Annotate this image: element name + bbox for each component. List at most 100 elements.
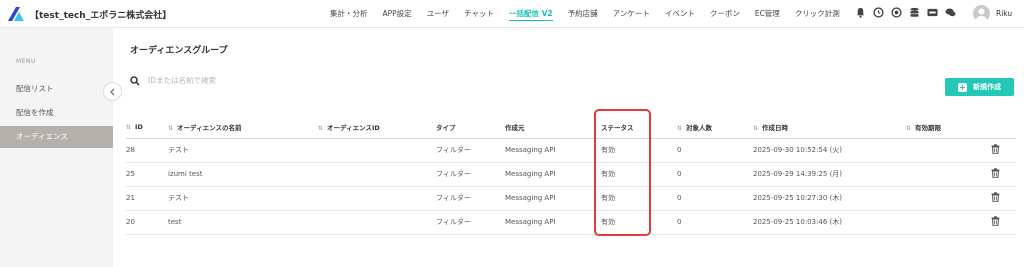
cell-status: 有効: [601, 186, 677, 211]
cell-actions: [991, 210, 1016, 235]
audience-table: ⇅ ID ⇅ オーディエンスの名前 ⇅ オーディエンスID タイプ 作成元 ステータス…: [126, 116, 1016, 235]
username[interactable]: Riku: [996, 9, 1012, 18]
search-input[interactable]: [148, 73, 408, 88]
company-name: 【test_tech_エポラニ株式会社】: [30, 11, 172, 21]
trash-icon[interactable]: [991, 144, 1000, 154]
table-row[interactable]: 20 test フィルター Messaging API 有効 0 2025-09…: [126, 210, 1016, 235]
sidebar-item-create-delivery[interactable]: 配信を作成: [0, 102, 113, 124]
sidebar: MENU 配信リスト 配信を作成 オーディエンス: [0, 28, 122, 267]
column-header-actions: [991, 116, 1016, 139]
cell-created: 2025-09-25 10:27:30 (木): [753, 186, 906, 211]
column-label: ID: [135, 122, 143, 131]
sort-icon: ⇅: [753, 124, 759, 132]
sort-icon: ⇅: [906, 124, 912, 132]
new-create-label: 新規作成: [973, 83, 1001, 91]
column-header-id[interactable]: ⇅ ID: [126, 116, 168, 139]
table-row[interactable]: 28 テスト フィルター Messaging API 有効 0 2025-09-…: [126, 138, 1016, 163]
trash-icon[interactable]: [991, 216, 1000, 226]
nav-item-analytics[interactable]: 集計・分析: [330, 0, 368, 28]
bell-icon[interactable]: [855, 7, 866, 18]
sort-icon: ⇅: [168, 124, 174, 132]
cell-source: Messaging API: [505, 210, 601, 235]
main-content: オーディエンスグループ 新規作成 ⇅ID ⇅オーディエンスの名前 ⇅オーディエン…: [113, 28, 1024, 267]
nav-item-broadcast-v2[interactable]: 一括配信 V2: [508, 0, 553, 28]
main-nav: 集計・分析 APP設定 ユーザ チャット 一括配信 V2 予約店舗 アンケート …: [330, 0, 855, 28]
column-header-status: ステータス: [601, 116, 677, 139]
cell-count: 0: [677, 186, 753, 211]
new-create-button[interactable]: 新規作成: [945, 78, 1014, 96]
sidebar-item-audience[interactable]: オーディエンス: [0, 126, 113, 148]
sidebar-item-delivery-list[interactable]: 配信リスト: [0, 78, 113, 100]
top-navbar: 【test_tech_エポラニ株式会社】 集計・分析 APP設定 ユーザ チャッ…: [0, 0, 1024, 28]
column-header-created[interactable]: ⇅ 作成日時: [753, 116, 906, 139]
database-icon[interactable]: [909, 7, 920, 18]
nav-item-survey[interactable]: アンケート: [613, 0, 650, 28]
nav-item-ec-management[interactable]: EC管理: [755, 0, 780, 28]
cell-actions: [991, 138, 1016, 163]
nav-item-event[interactable]: イベント: [665, 0, 695, 28]
cell-type: フィルター: [436, 138, 505, 163]
cell-id: 28: [126, 138, 168, 163]
cell-actions: [991, 186, 1016, 211]
cell-type: フィルター: [436, 210, 505, 235]
cell-type: フィルター: [436, 186, 505, 211]
trash-icon[interactable]: [991, 168, 1000, 178]
cell-count: 0: [677, 138, 753, 163]
cell-status: 有効: [601, 138, 677, 163]
nav-item-chat[interactable]: チャット: [464, 0, 494, 28]
sort-icon: ⇅: [677, 124, 683, 132]
cell-created: 2025-09-29 14:39:25 (月): [753, 162, 906, 187]
cell-created: 2025-09-30 10:52:54 (火): [753, 138, 906, 163]
support-headset-icon[interactable]: [891, 7, 902, 18]
column-header-audience-id[interactable]: ⇅ オーディエンスID: [318, 116, 436, 139]
cell-created: 2025-09-25 10:03:46 (木): [753, 210, 906, 235]
column-header-target-count[interactable]: ⇅ 対象人数: [677, 116, 753, 139]
cell-id: 20: [126, 210, 168, 235]
column-header-name[interactable]: ⇅ オーディエンスの名前: [168, 116, 318, 139]
column-label: 作成日時: [762, 123, 789, 132]
avatar[interactable]: [973, 5, 990, 22]
clock-icon[interactable]: [873, 7, 884, 18]
column-label: ステータス: [601, 123, 634, 132]
column-header-source: 作成元: [505, 116, 601, 139]
cell-source: Messaging API: [505, 138, 601, 163]
page-title: オーディエンスグループ: [130, 46, 228, 56]
cell-expires: [906, 210, 991, 235]
nav-item-users[interactable]: ユーザ: [427, 0, 449, 28]
table-row[interactable]: 21 テスト フィルター Messaging API 有効 0 2025-09-…: [126, 186, 1016, 211]
cell-actions: [991, 162, 1016, 187]
cell-count: 0: [677, 210, 753, 235]
nav-item-app-settings[interactable]: APP設定: [383, 0, 412, 28]
nav-item-reservation-store[interactable]: 予約店舗: [568, 0, 598, 28]
sort-icon: ⇅: [318, 124, 324, 132]
logo-icon[interactable]: [7, 5, 25, 23]
cell-name[interactable]: テスト: [168, 138, 318, 163]
plus-icon: [958, 82, 967, 92]
cell-name[interactable]: test: [168, 210, 318, 235]
table-header-row: ⇅ ID ⇅ オーディエンスの名前 ⇅ オーディエンスID タイプ 作成元 ステータス…: [126, 116, 1016, 139]
menu-label: MENU: [16, 58, 36, 65]
cell-id: 21: [126, 186, 168, 211]
column-label: 対象人数: [686, 123, 713, 132]
cell-status: 有効: [601, 210, 677, 235]
user-icon: [976, 8, 987, 22]
trash-icon[interactable]: [991, 192, 1000, 202]
cell-name[interactable]: izumi test: [168, 162, 318, 187]
cell-audience-id: [318, 138, 436, 163]
cell-audience-id: [318, 162, 436, 187]
nav-item-coupon[interactable]: クーポン: [710, 0, 740, 28]
cell-name[interactable]: テスト: [168, 186, 318, 211]
sort-icon: ⇅: [126, 123, 132, 131]
table-row[interactable]: 25 izumi test フィルター Messaging API 有効 0 2…: [126, 162, 1016, 187]
column-header-type: タイプ: [436, 116, 505, 139]
chat-bubbles-icon[interactable]: [945, 7, 956, 18]
cell-count: 0: [677, 162, 753, 187]
cell-source: Messaging API: [505, 162, 601, 187]
faq-icon[interactable]: [927, 7, 938, 18]
column-header-expires[interactable]: ⇅ 有効期限: [906, 116, 991, 139]
column-label: 作成元: [505, 123, 525, 132]
cell-expires: [906, 138, 991, 163]
cell-id: 25: [126, 162, 168, 187]
column-label: オーディエンスID: [327, 123, 380, 132]
nav-item-click-tracking[interactable]: クリック計測: [795, 0, 840, 28]
